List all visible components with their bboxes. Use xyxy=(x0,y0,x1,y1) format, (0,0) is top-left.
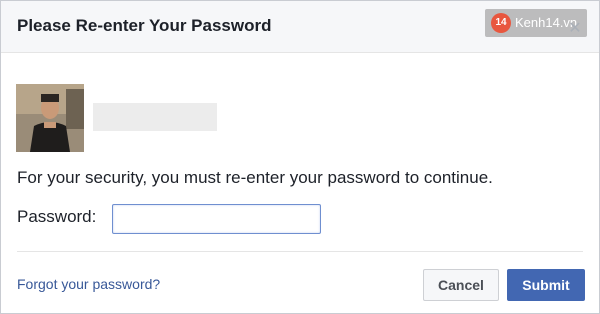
avatar-image xyxy=(16,84,84,152)
dialog-header: Please Re-enter Your Password 14 Kenh14.… xyxy=(1,1,599,53)
dialog-title: Please Re-enter Your Password xyxy=(17,16,272,35)
password-label: Password: xyxy=(17,207,97,226)
username-placeholder xyxy=(93,103,217,131)
avatar xyxy=(16,84,84,152)
submit-button[interactable]: Submit xyxy=(507,269,585,301)
forgot-password-link[interactable]: Forgot your password? xyxy=(17,276,160,292)
cancel-button[interactable]: Cancel xyxy=(423,269,499,301)
watermark-logo: 14 xyxy=(491,13,511,33)
security-message: For your security, you must re-enter you… xyxy=(17,168,493,187)
close-icon[interactable]: ✕ xyxy=(567,21,583,37)
footer-divider xyxy=(17,251,583,252)
reenter-password-dialog: Please Re-enter Your Password 14 Kenh14.… xyxy=(0,0,600,314)
password-input[interactable] xyxy=(112,204,321,234)
